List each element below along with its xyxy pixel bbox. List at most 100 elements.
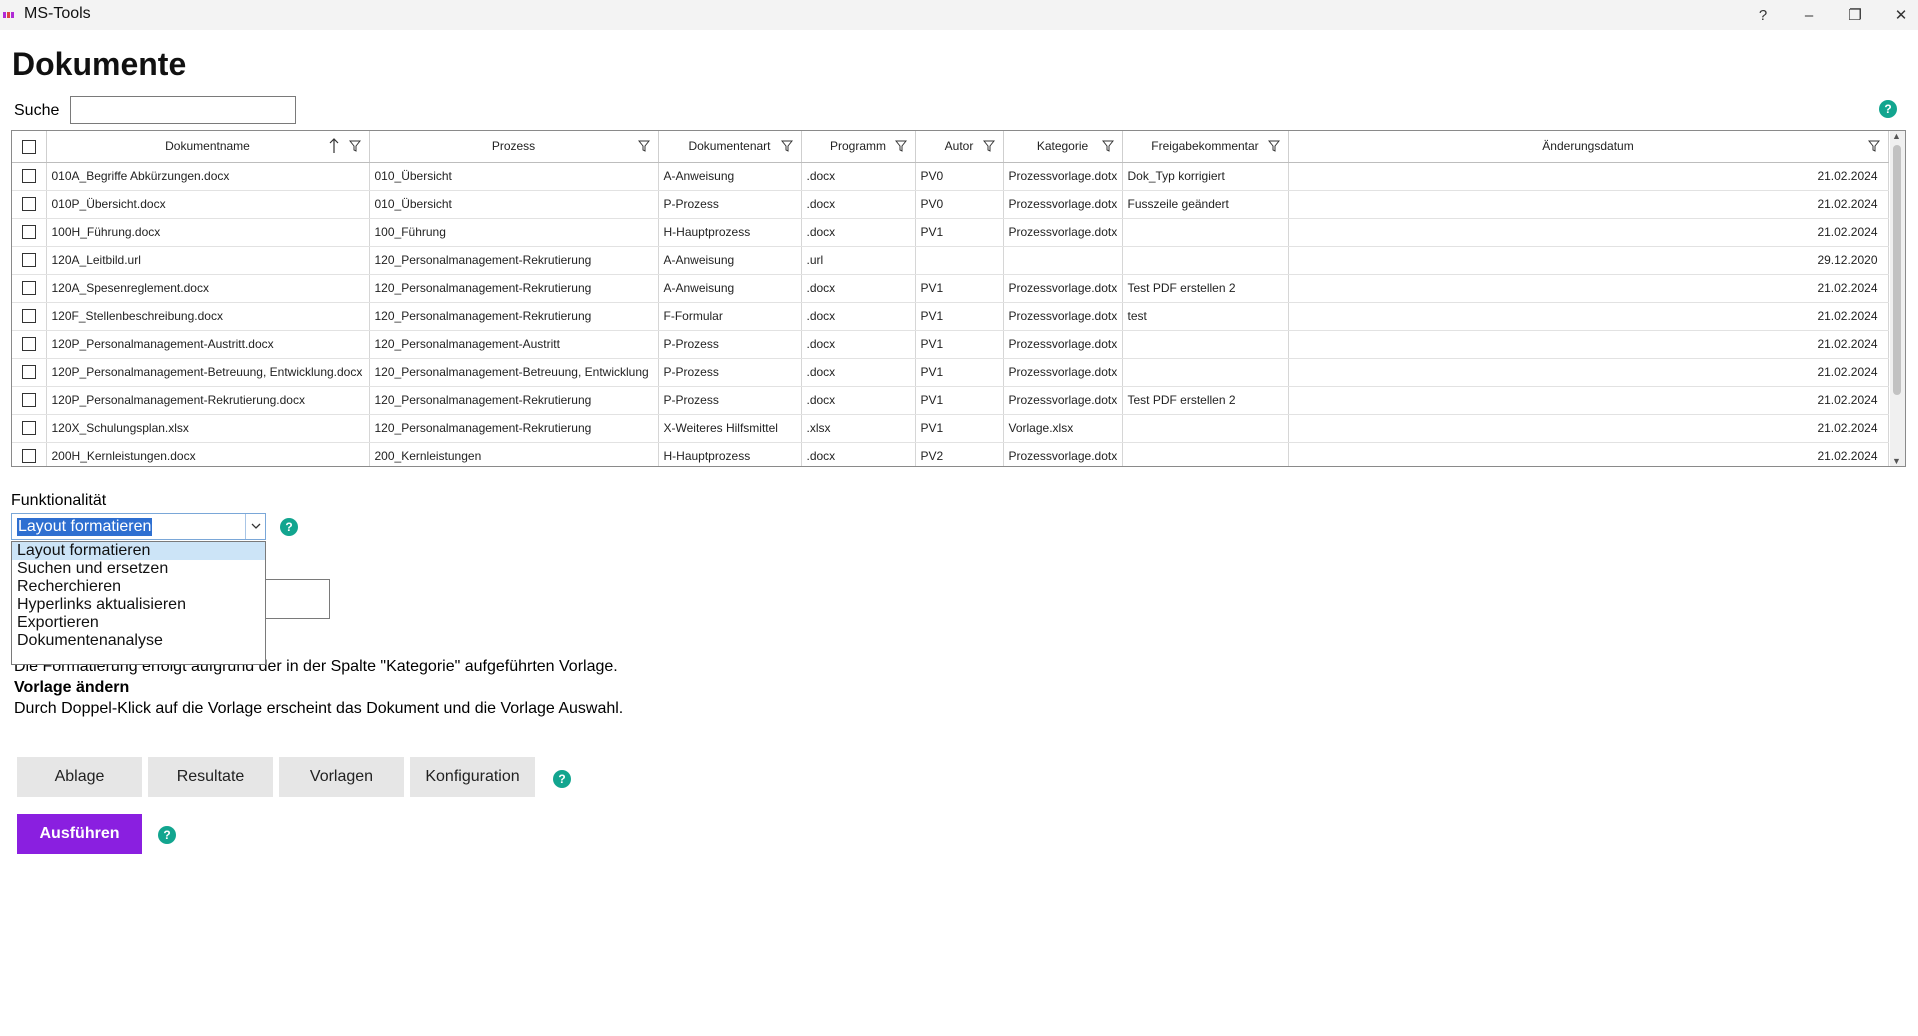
- help-icon[interactable]: ?: [1879, 100, 1897, 118]
- table-cell[interactable]: 010A_Begriffe Abkürzungen.docx: [46, 162, 370, 191]
- table-cell[interactable]: .xlsx: [801, 414, 916, 443]
- table-cell[interactable]: P-Prozess: [658, 190, 802, 219]
- table-cell[interactable]: 010_Übersicht: [369, 162, 659, 191]
- table-cell[interactable]: Test PDF erstellen 2: [1122, 386, 1289, 415]
- table-cell[interactable]: A-Anweisung: [658, 274, 802, 303]
- table-cell[interactable]: 120_Personalmanagement-Rekrutierung: [369, 274, 659, 303]
- row-checkbox-cell[interactable]: [12, 190, 47, 219]
- scrollbar-thumb[interactable]: [1893, 145, 1901, 395]
- table-row[interactable]: 120F_Stellenbeschreibung.docx 120_Persona…: [12, 302, 1889, 331]
- table-cell[interactable]: Prozessvorlage.dotx: [1003, 190, 1123, 219]
- table-row[interactable]: 120P_Personalmanagement-Betreuung, Entwi…: [12, 358, 1889, 387]
- resultate-button[interactable]: Resultate: [148, 757, 273, 797]
- row-checkbox-cell[interactable]: [12, 274, 47, 303]
- table-cell[interactable]: 21.02.2024: [1288, 274, 1889, 303]
- row-checkbox-cell[interactable]: [12, 442, 47, 466]
- table-cell[interactable]: 120_Personalmanagement-Rekrutierung: [369, 302, 659, 331]
- table-cell[interactable]: Prozessvorlage.dotx: [1003, 358, 1123, 387]
- table-row[interactable]: 120P_Personalmanagement-Rekrutierung.doc…: [12, 386, 1889, 415]
- table-cell[interactable]: .docx: [801, 358, 916, 387]
- table-row[interactable]: 120A_Leitbild.url 120_Personalmanagement-…: [12, 246, 1889, 275]
- dropdown-option[interactable]: Suchen und ersetzen: [12, 560, 265, 578]
- table-cell[interactable]: 21.02.2024: [1288, 162, 1889, 191]
- table-cell[interactable]: Prozessvorlage.dotx: [1003, 302, 1123, 331]
- row-checkbox-cell[interactable]: [12, 330, 47, 359]
- column-header-freigabekommentar[interactable]: Freigabekommentar: [1122, 131, 1289, 163]
- run-button[interactable]: Ausführen: [17, 814, 142, 854]
- table-cell[interactable]: 010P_Übersicht.docx: [46, 190, 370, 219]
- table-cell[interactable]: 120F_Stellenbeschreibung.docx: [46, 302, 370, 331]
- table-row[interactable]: 010P_Übersicht.docx 010_Übersicht P-Prozes…: [12, 190, 1889, 219]
- select-all-checkbox-cell[interactable]: [12, 131, 47, 163]
- table-cell[interactable]: 120A_Spesenreglement.docx: [46, 274, 370, 303]
- minimize-button[interactable]: –: [1786, 0, 1832, 30]
- column-header-kategorie[interactable]: Kategorie: [1003, 131, 1123, 163]
- row-checkbox[interactable]: [21, 309, 36, 324]
- tabs-help-icon[interactable]: ?: [553, 770, 571, 788]
- table-cell[interactable]: PV1: [915, 274, 1004, 303]
- table-cell[interactable]: Dok_Typ korrigiert: [1122, 162, 1289, 191]
- table-cell[interactable]: 120_Personalmanagement-Austritt: [369, 330, 659, 359]
- table-cell[interactable]: 21.02.2024: [1288, 302, 1889, 331]
- row-checkbox[interactable]: [21, 421, 36, 436]
- table-row[interactable]: 120P_Personalmanagement-Austritt.docx 120…: [12, 330, 1889, 359]
- filter-icon[interactable]: [780, 140, 793, 152]
- table-cell[interactable]: Prozessvorlage.dotx: [1003, 274, 1123, 303]
- table-cell[interactable]: 200H_Kernleistungen.docx: [46, 442, 370, 466]
- row-checkbox-cell[interactable]: [12, 218, 47, 247]
- dropdown-option[interactable]: Recherchieren: [12, 578, 265, 596]
- table-cell[interactable]: P-Prozess: [658, 386, 802, 415]
- vertical-scrollbar[interactable]: ▲ ▼: [1890, 131, 1905, 466]
- row-checkbox[interactable]: [21, 169, 36, 184]
- ablage-button[interactable]: Ablage: [17, 757, 142, 797]
- table-cell[interactable]: .docx: [801, 386, 916, 415]
- table-cell[interactable]: PV1: [915, 302, 1004, 331]
- column-header-prozess[interactable]: Prozess: [369, 131, 659, 163]
- restore-button[interactable]: ❐: [1832, 0, 1878, 30]
- table-cell[interactable]: X-Weiteres Hilfsmittel: [658, 414, 802, 443]
- filter-icon[interactable]: [1867, 140, 1880, 152]
- table-cell[interactable]: Prozessvorlage.dotx: [1003, 330, 1123, 359]
- filter-icon[interactable]: [1267, 140, 1280, 152]
- table-cell[interactable]: PV1: [915, 414, 1004, 443]
- column-header-programm[interactable]: Programm: [801, 131, 916, 163]
- column-header-autor[interactable]: Autor: [915, 131, 1004, 163]
- table-cell[interactable]: 120A_Leitbild.url: [46, 246, 370, 275]
- table-cell[interactable]: 120P_Personalmanagement-Rekrutierung.doc…: [46, 386, 370, 415]
- row-checkbox[interactable]: [21, 281, 36, 296]
- table-cell[interactable]: [1003, 246, 1123, 275]
- filter-icon[interactable]: [894, 140, 907, 152]
- scroll-down-icon[interactable]: ▼: [1892, 456, 1901, 466]
- row-checkbox[interactable]: [21, 365, 36, 380]
- row-checkbox-cell[interactable]: [12, 386, 47, 415]
- table-cell[interactable]: .docx: [801, 302, 916, 331]
- table-row[interactable]: 200H_Kernleistungen.docx 200_Kernleistung…: [12, 442, 1889, 466]
- dropdown-option[interactable]: Layout formatieren: [12, 542, 265, 560]
- table-cell[interactable]: 21.02.2024: [1288, 190, 1889, 219]
- column-header-dokumentenart[interactable]: Dokumentenart: [658, 131, 802, 163]
- row-checkbox-cell[interactable]: [12, 162, 47, 191]
- background-input-field[interactable]: [260, 579, 330, 619]
- row-checkbox[interactable]: [21, 393, 36, 408]
- table-cell[interactable]: PV1: [915, 330, 1004, 359]
- konfiguration-button[interactable]: Konfiguration: [410, 757, 535, 797]
- table-row[interactable]: 100H_Führung.docx 100_Führung H-Hauptproze…: [12, 218, 1889, 247]
- table-cell[interactable]: 29.12.2020: [1288, 246, 1889, 275]
- table-cell[interactable]: 21.02.2024: [1288, 442, 1889, 466]
- row-checkbox[interactable]: [21, 253, 36, 268]
- table-cell[interactable]: 100H_Führung.docx: [46, 218, 370, 247]
- search-input[interactable]: [70, 96, 296, 124]
- row-checkbox-cell[interactable]: [12, 414, 47, 443]
- table-cell[interactable]: Prozessvorlage.dotx: [1003, 218, 1123, 247]
- table-cell[interactable]: P-Prozess: [658, 358, 802, 387]
- table-cell[interactable]: 100_Führung: [369, 218, 659, 247]
- table-row[interactable]: 120A_Spesenreglement.docx 120_Personalman…: [12, 274, 1889, 303]
- row-checkbox[interactable]: [21, 449, 36, 464]
- table-cell[interactable]: 21.02.2024: [1288, 414, 1889, 443]
- table-cell[interactable]: 120P_Personalmanagement-Austritt.docx: [46, 330, 370, 359]
- table-cell[interactable]: H-Hauptprozess: [658, 218, 802, 247]
- table-cell[interactable]: [1122, 246, 1289, 275]
- table-cell[interactable]: 010_Übersicht: [369, 190, 659, 219]
- table-cell[interactable]: 120_Personalmanagement-Betreuung, Entwic…: [369, 358, 659, 387]
- filter-icon[interactable]: [1101, 140, 1114, 152]
